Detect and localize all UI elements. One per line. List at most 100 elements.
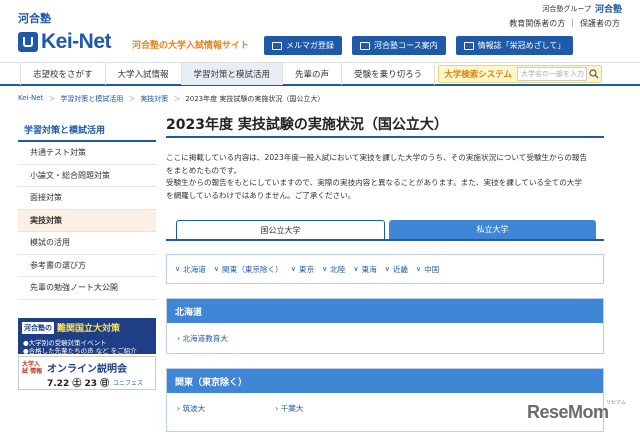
course-guide-button[interactable]: 河合塾コース案内 bbox=[352, 36, 446, 55]
global-nav: 志望校をさがす 大学入試情報 学習対策と模試活用 先輩の声 受験を乗り切ろう 大… bbox=[0, 62, 640, 86]
section-heading: 関東（東京除く） bbox=[167, 369, 603, 393]
utility-links: 教育関係者の方 | 保護者の方 bbox=[509, 18, 620, 29]
chevron-down-icon: ∨ bbox=[322, 265, 328, 273]
magazine-button[interactable]: 情報誌「栄冠めざして」 bbox=[455, 36, 574, 55]
section-heading: 北海道 bbox=[167, 299, 603, 323]
university-link[interactable]: › 筑波大 bbox=[177, 403, 205, 414]
region-link-hokkaido[interactable]: ∨ 北海道 bbox=[175, 264, 206, 275]
resemom-watermark: ReseMom bbox=[527, 402, 609, 422]
chevron-down-icon: ∨ bbox=[175, 265, 181, 273]
nav-exam-survival[interactable]: 受験を乗り切ろう bbox=[342, 63, 436, 85]
region-label: 北海道 bbox=[183, 264, 206, 274]
intro-text: ここに掲載している内容は、2023年度一般入試において実技を課した大学のうち、そ… bbox=[166, 152, 604, 202]
university-link[interactable]: › 北海道教育大 bbox=[177, 333, 228, 344]
sidebar-item-common-test[interactable]: 共通テスト対策 bbox=[18, 142, 156, 165]
sidebar-item-essay[interactable]: 小論文・総合問題対策 bbox=[18, 165, 156, 187]
newsletter-button-label: メルマガ登録 bbox=[286, 41, 334, 50]
intro-line: 受験生からの報告をもとにしていますので、実際の実技内容と異なることがあります。ま… bbox=[166, 178, 582, 187]
chevron-down-icon: ∨ bbox=[290, 265, 296, 273]
tab-national-public[interactable]: 国公立大学 bbox=[176, 220, 385, 239]
university-link[interactable]: › 千葉大 bbox=[275, 403, 303, 414]
breadcrumb: Kei-Net ＞ 学習対策と模試活用 ＞ 実技対策 ＞ 2023年度 実技試験… bbox=[18, 94, 324, 104]
sidebar-item-interview[interactable]: 面接対策 bbox=[18, 187, 156, 210]
banner-line: ●合格した先輩たちの声 など をご紹介 bbox=[23, 347, 137, 355]
site-tagline: 河合塾の大学入試情報サイト bbox=[132, 41, 250, 51]
nav-study-exams[interactable]: 学習対策と模試活用 bbox=[181, 63, 284, 85]
parents-link[interactable]: 保護者の方 bbox=[580, 18, 620, 29]
breadcrumb-separator: ＞ bbox=[173, 95, 181, 103]
course-guide-button-label: 河合塾コース案内 bbox=[374, 41, 438, 50]
sidebar-item-reference-books[interactable]: 参考書の選び方 bbox=[18, 255, 156, 277]
site-header: 河合塾 Kei-Net 河合塾の大学入試情報サイト 河合塾グループ 河合塾 教育… bbox=[0, 0, 640, 62]
chevron-down-icon: ∨ bbox=[416, 265, 422, 273]
educators-link[interactable]: 教育関係者の方 bbox=[509, 18, 565, 29]
newsletter-button[interactable]: メルマガ登録 bbox=[264, 36, 342, 55]
breadcrumb-separator: ＞ bbox=[48, 95, 56, 103]
university-search-label: 大学検索システム bbox=[444, 70, 512, 80]
banner-title: オンライン説明会 bbox=[47, 364, 127, 375]
header-buttons: メルマガ登録 河合塾コース案内 情報誌「栄冠めざして」 bbox=[264, 36, 574, 55]
nav-entrance-info[interactable]: 大学入試情報 bbox=[106, 63, 182, 85]
online-briefing-banner[interactable]: 大学入試 情報 オンライン説明会 7.22 ㊏ 23 ㊐ ユニフェス bbox=[18, 356, 156, 390]
tab-underline bbox=[166, 239, 604, 241]
region-link-hokuriku[interactable]: ∨ 北陸 bbox=[322, 264, 345, 275]
mail-icon bbox=[272, 41, 282, 50]
brand-name[interactable]: 河合塾 bbox=[18, 10, 51, 26]
group-logo: 河合塾 bbox=[594, 5, 622, 15]
breadcrumb-current: 2023年度 実技試験の実施状況（国公立大） bbox=[185, 95, 325, 103]
nav-find-school[interactable]: 志望校をさがす bbox=[20, 63, 106, 85]
intro-line: をまとめたものです。 bbox=[166, 165, 242, 175]
logo-mark-icon bbox=[18, 32, 38, 52]
university-search: 大学検索システム 大学名の一部を入力 bbox=[438, 65, 602, 83]
region-section-hokkaido: 北海道 › 北海道教育大 bbox=[166, 298, 604, 354]
region-jump-links: ∨ 北海道 ∨ 関東（東京除く） ∨ 東京 ∨ 北陸 ∨ 東海 ∨ 近畿 ∨ 中国 bbox=[166, 254, 604, 284]
sidebar-item-study-notes[interactable]: 先輩の勉強ノート大公開 bbox=[18, 277, 156, 300]
region-link-kinki[interactable]: ∨ 近畿 bbox=[385, 264, 408, 275]
banner-title: 難関国立大対策 bbox=[57, 324, 121, 334]
region-link-tokyo[interactable]: ∨ 東京 bbox=[291, 264, 314, 275]
chevron-down-icon: ∨ bbox=[353, 265, 359, 273]
breadcrumb-separator: ＞ bbox=[128, 95, 136, 103]
resemom-watermark-sub: リセマム bbox=[606, 400, 627, 406]
region-label: 関東（東京除く） bbox=[222, 264, 283, 274]
region-label: 中国 bbox=[424, 264, 440, 274]
group-label: 河合塾グループ bbox=[542, 4, 591, 13]
banner-tag: 大学入試 情報 bbox=[22, 361, 43, 375]
sidebar: 学習対策と模試活用 共通テスト対策 小論文・総合問題対策 面接対策 実技対策 模… bbox=[18, 118, 156, 300]
chevron-down-icon: ∨ bbox=[384, 265, 390, 273]
region-label: 東京 bbox=[298, 264, 315, 274]
search-icon[interactable] bbox=[587, 67, 601, 81]
breadcrumb-home[interactable]: Kei-Net bbox=[18, 94, 43, 104]
book-icon bbox=[463, 41, 474, 50]
banner-date: 7.22 ㊏ 23 ㊐ bbox=[47, 379, 110, 389]
nav-senior-voices[interactable]: 先輩の声 bbox=[283, 63, 343, 85]
logo-text: Kei-Net bbox=[41, 30, 112, 53]
sidebar-item-mock-exams[interactable]: 模試の活用 bbox=[18, 232, 156, 255]
magazine-button-label: 情報誌「栄冠めざして」 bbox=[477, 41, 566, 50]
main-content: 2023年度 実技試験の実施状況（国公立大） ここに掲載している内容は、2023… bbox=[166, 112, 604, 432]
sidebar-heading[interactable]: 学習対策と模試活用 bbox=[18, 118, 156, 142]
intro-line: ここに掲載している内容は、2023年度一般入試において実技を課した大学のうち、そ… bbox=[166, 153, 588, 162]
banner-tag: 河合塾の bbox=[22, 321, 54, 334]
group-link[interactable]: 河合塾グループ 河合塾 bbox=[542, 2, 622, 16]
region-link-chugoku[interactable]: ∨ 中国 bbox=[416, 264, 439, 275]
unifes-logo: ユニフェス bbox=[113, 380, 144, 387]
region-label: 東海 bbox=[361, 264, 377, 274]
page-title: 2023年度 実技試験の実施状況（国公立大） bbox=[166, 112, 604, 138]
university-type-tabs: 国公立大学 私立大学 bbox=[176, 220, 596, 239]
university-search-input[interactable]: 大学名の一部を入力 bbox=[517, 67, 587, 81]
region-link-kanto[interactable]: ∨ 関東（東京除く） bbox=[214, 264, 283, 275]
intro-line: を網羅しているわけではありません。ご了承ください。 bbox=[166, 190, 356, 200]
building-icon bbox=[360, 41, 370, 50]
region-label: 近畿 bbox=[392, 264, 409, 274]
tab-private[interactable]: 私立大学 bbox=[389, 220, 596, 239]
region-label: 北陸 bbox=[330, 264, 346, 274]
breadcrumb-study[interactable]: 学習対策と模試活用 bbox=[60, 94, 123, 104]
national-univ-banner[interactable]: 河合塾の 難関国立大対策 ●大学別の受験対策イベント ●合格した先輩たちの声 な… bbox=[18, 318, 156, 355]
sidebar-item-practical[interactable]: 実技対策 bbox=[18, 209, 156, 232]
site-logo[interactable]: Kei-Net bbox=[18, 30, 112, 54]
breadcrumb-practical[interactable]: 実技対策 bbox=[140, 94, 168, 104]
chevron-down-icon: ∨ bbox=[213, 265, 220, 273]
util-separator: | bbox=[571, 18, 574, 27]
region-link-tokai[interactable]: ∨ 東海 bbox=[353, 264, 376, 275]
